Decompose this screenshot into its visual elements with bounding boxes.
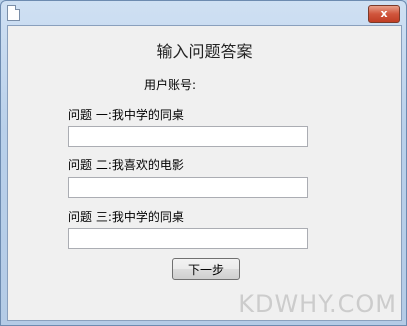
answer-1-input[interactable] xyxy=(68,126,308,147)
document-icon xyxy=(7,5,20,21)
dialog-content: 输入问题答案 用户账号: 问题 一:我中学的同桌 问题 二:我喜欢的电影 问题 … xyxy=(7,25,402,321)
dialog-window: x 输入问题答案 用户账号: 问题 一:我中学的同桌 问题 二:我喜欢的电影 问… xyxy=(0,0,407,326)
question-2-label: 问题 二:我喜欢的电影 xyxy=(68,158,184,172)
close-button[interactable]: x xyxy=(368,5,400,23)
answer-2-input[interactable] xyxy=(68,177,308,198)
page-title: 输入问题答案 xyxy=(156,42,253,61)
title-bar[interactable]: x xyxy=(1,1,406,25)
next-step-button[interactable]: 下一步 xyxy=(172,258,240,280)
answer-3-input[interactable] xyxy=(68,228,308,249)
account-label: 用户账号: xyxy=(144,78,197,92)
watermark: KDWHY.COM xyxy=(238,290,397,318)
question-3-label: 问题 三:我中学的同桌 xyxy=(68,210,184,224)
question-1-label: 问题 一:我中学的同桌 xyxy=(68,108,184,122)
